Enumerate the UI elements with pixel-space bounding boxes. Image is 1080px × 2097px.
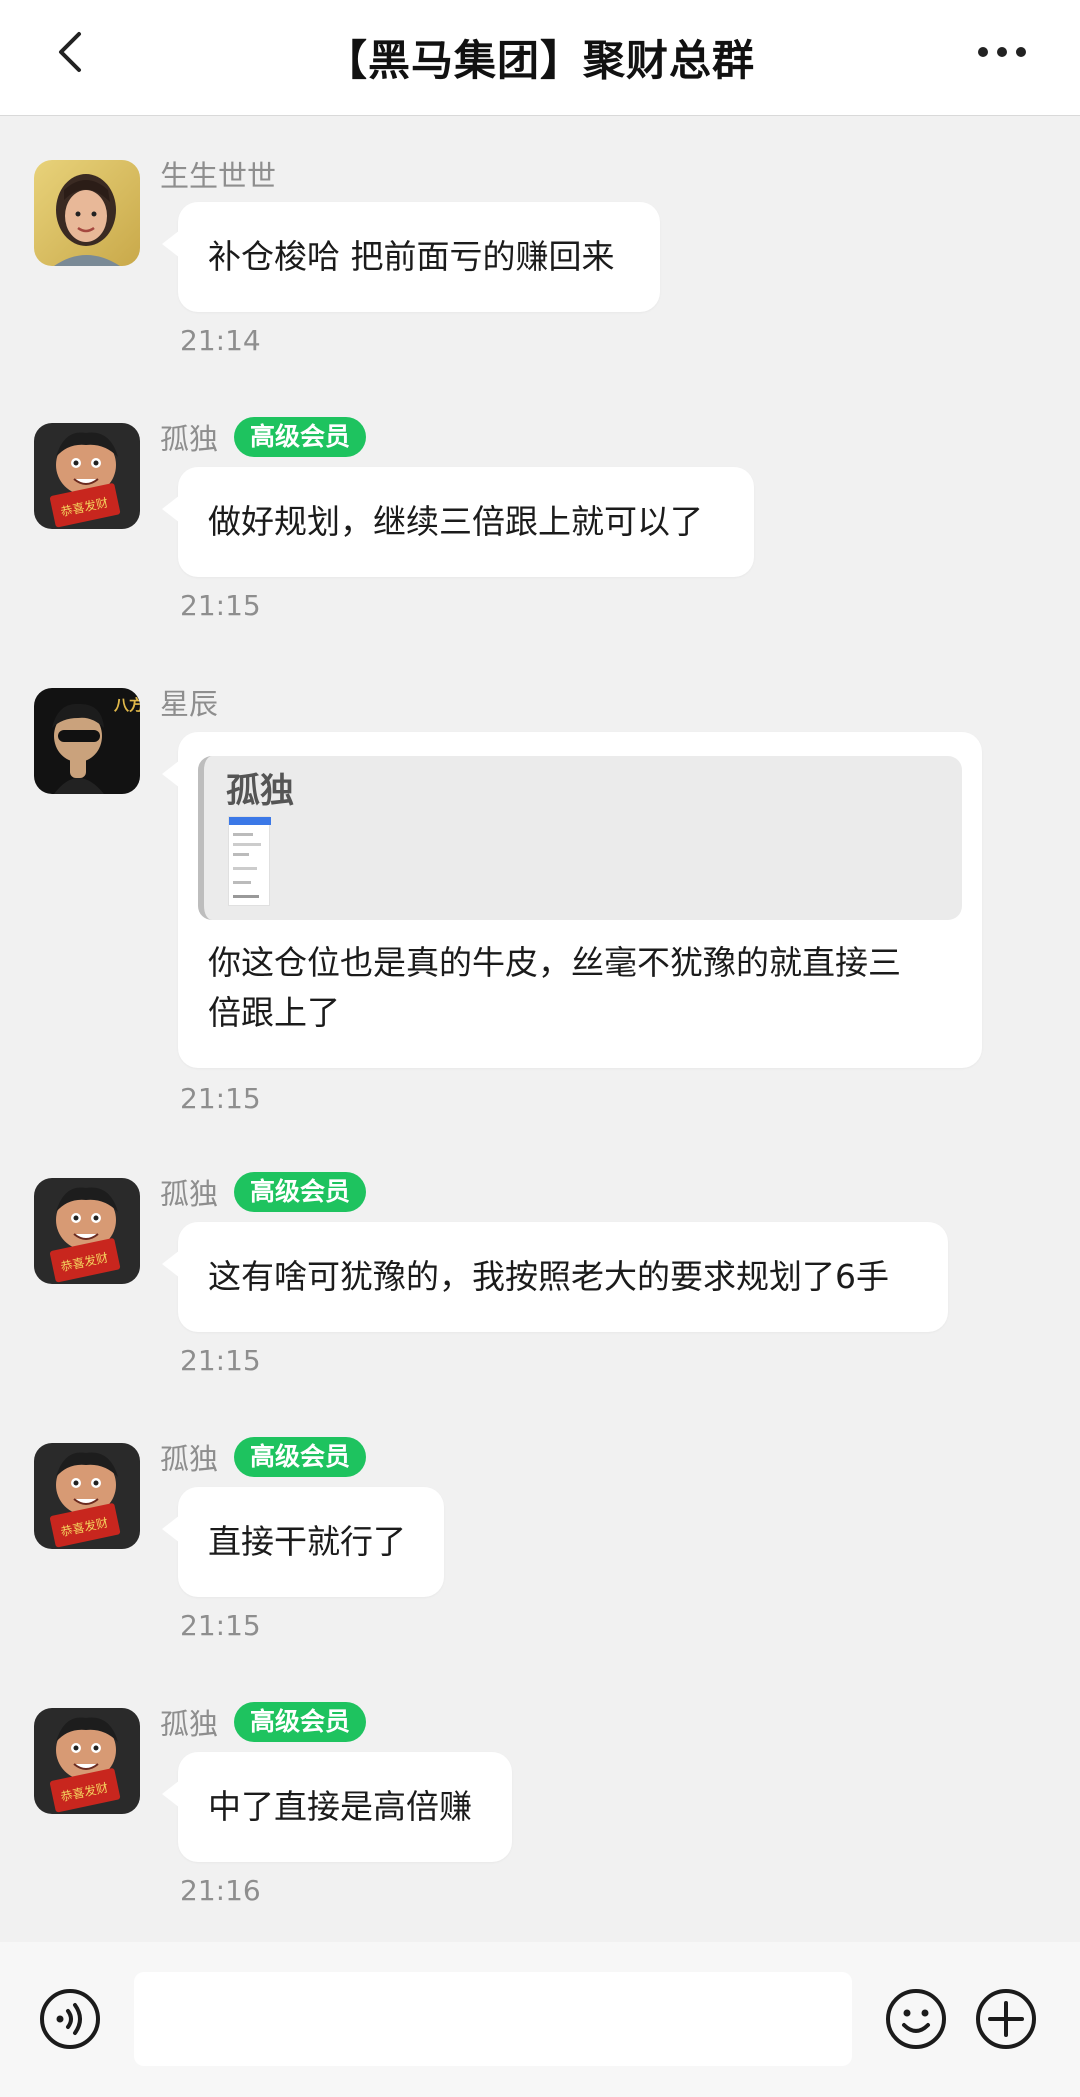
- avatar[interactable]: 恭喜发财: [34, 423, 140, 529]
- message-text: 做好规划，继续三倍跟上就可以了: [208, 502, 703, 541]
- message-bubble[interactable]: 这有啥可犹豫的，我按照老大的要求规划了6手: [162, 1222, 948, 1332]
- vip-badge: 高级会员: [234, 1437, 367, 1477]
- sender-name: 孤独: [160, 1177, 219, 1211]
- more-button[interactable]: [964, 22, 1040, 82]
- back-button[interactable]: [40, 22, 100, 82]
- sender-name: 孤独: [160, 1442, 219, 1476]
- message-text: 中了直接是高倍赚: [208, 1787, 472, 1826]
- quoted-message[interactable]: 孤独: [198, 756, 962, 920]
- sender-row: 星辰: [160, 682, 218, 722]
- chat-message-list[interactable]: 生生世世 补仓梭哈 把前面亏的赚回来 21:14 恭喜发财 孤独 高级会员 做好…: [0, 116, 1080, 1942]
- message-text-line: 你这仓位也是真的牛皮，丝毫不犹豫的就直接三: [208, 943, 901, 982]
- avatar-photo-icon: [34, 160, 140, 266]
- message-text-line: 倍跟上了: [208, 993, 340, 1032]
- avatar-cartoon-icon: 恭喜发财: [34, 1178, 140, 1284]
- chat-header: 【黑马集团】聚财总群: [0, 0, 1080, 116]
- voice-icon: [40, 1989, 100, 2049]
- add-button[interactable]: [974, 1987, 1038, 2051]
- sender-row: 生生世世: [160, 154, 276, 194]
- message-bubble[interactable]: 补仓梭哈 把前面亏的赚回来: [162, 202, 660, 312]
- message-bubble[interactable]: 做好规划，继续三倍跟上就可以了: [162, 467, 754, 577]
- sender-row: 孤独 高级会员: [160, 1172, 367, 1212]
- message-time: 21:15: [180, 1609, 261, 1642]
- sender-row: 孤独 高级会员: [160, 417, 367, 457]
- message-time: 21:16: [180, 1874, 261, 1907]
- message-bubble[interactable]: 孤独 你这仓位也是真的牛皮，丝毫不犹豫的就直接三 倍跟上了: [162, 732, 982, 1068]
- more-dots-icon: [978, 47, 1026, 57]
- vip-badge: 高级会员: [234, 1702, 367, 1742]
- message-time: 21:15: [180, 1082, 261, 1115]
- quoted-image-thumbnail[interactable]: [228, 816, 271, 906]
- screenshot-thumbnail-icon: [229, 817, 271, 898]
- plus-icon: [976, 1989, 1036, 2049]
- emoji-button[interactable]: [884, 1987, 948, 2051]
- avatar-logo-text: 八方来财: [113, 696, 140, 714]
- message-text: 直接干就行了: [208, 1522, 406, 1561]
- chevron-left-icon: [59, 32, 81, 72]
- sender-name: 生生世世: [160, 159, 277, 193]
- vip-badge: 高级会员: [234, 417, 367, 457]
- message-time: 21:15: [180, 589, 261, 622]
- vip-badge: 高级会员: [234, 1172, 367, 1212]
- message-bubble[interactable]: 直接干就行了: [162, 1487, 444, 1597]
- avatar[interactable]: 恭喜发财: [34, 1708, 140, 1814]
- sender-row: 孤独 高级会员: [160, 1437, 367, 1477]
- avatar-cartoon-icon: 恭喜发财: [34, 1443, 140, 1549]
- voice-button[interactable]: [38, 1987, 102, 2051]
- message-input[interactable]: [134, 1972, 852, 2066]
- avatar[interactable]: 恭喜发财: [34, 1178, 140, 1284]
- chat-title: 【黑马集团】聚财总群: [324, 36, 755, 85]
- quoted-sender-name: 孤独: [226, 771, 294, 811]
- avatar[interactable]: 恭喜发财: [34, 1443, 140, 1549]
- avatar[interactable]: [34, 160, 140, 266]
- avatar[interactable]: 八方来财: [34, 688, 140, 794]
- message-input-bar: [0, 1942, 1080, 2097]
- sender-name: 孤独: [160, 1707, 219, 1741]
- avatar-cartoon-icon: 恭喜发财: [34, 423, 140, 529]
- avatar-cartoon-icon: 八方来财: [34, 688, 140, 794]
- message-text: 你这仓位也是真的牛皮，丝毫不犹豫的就直接三 倍跟上了: [208, 938, 958, 1038]
- message-bubble[interactable]: 中了直接是高倍赚: [162, 1752, 512, 1862]
- message-time: 21:14: [180, 324, 261, 357]
- sender-name: 星辰: [160, 687, 219, 721]
- sender-name: 孤独: [160, 422, 219, 456]
- avatar-cartoon-icon: 恭喜发财: [34, 1708, 140, 1814]
- sender-row: 孤独 高级会员: [160, 1702, 367, 1742]
- message-text: 补仓梭哈 把前面亏的赚回来: [208, 237, 615, 276]
- message-text: 这有啥可犹豫的，我按照老大的要求规划了6手: [208, 1257, 889, 1296]
- message-time: 21:15: [180, 1344, 261, 1377]
- emoji-icon: [886, 1989, 946, 2049]
